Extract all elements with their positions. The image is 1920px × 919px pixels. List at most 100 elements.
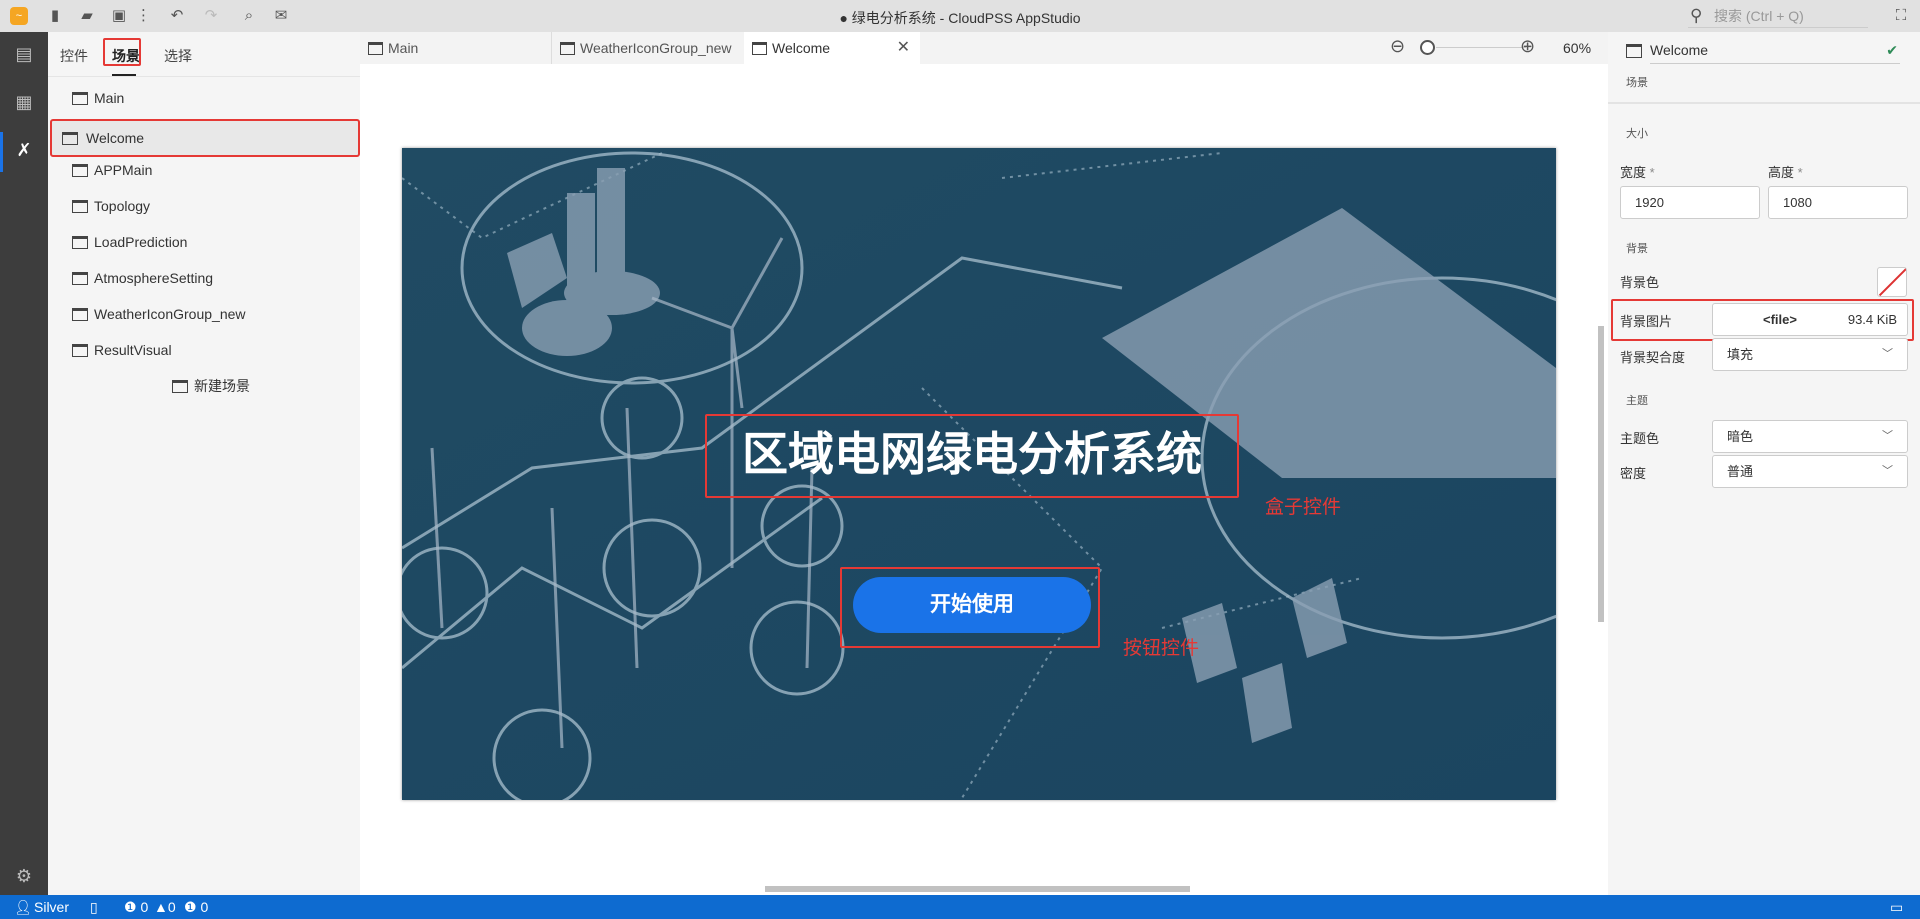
fullscreen-icon[interactable]: ⛶ <box>1892 7 1910 25</box>
status-bar: 👤︎ Silver ▯ ❶ 0 ▲0 ❶ 0 ▭ <box>0 895 1920 919</box>
height-label: 高度 * <box>1768 165 1803 180</box>
bg-fit-value: 填充 <box>1727 347 1754 362</box>
window-title: ● 绿电分析系统 - CloudPSS AppStudio <box>839 10 1081 26</box>
bg-color-swatch[interactable] <box>1877 267 1907 297</box>
scene-item-loadprediction[interactable]: LoadPrediction <box>60 227 360 257</box>
tab-select[interactable]: 选择 <box>164 46 192 66</box>
warning-icon: ▲ <box>154 899 168 915</box>
tab-label: Main <box>388 40 419 56</box>
scene-label: APPMain <box>94 162 153 178</box>
bg-image-label: 背景图片 <box>1620 314 1673 329</box>
theme-color-label: 主题色 <box>1620 431 1660 446</box>
layout-icon[interactable]: ▤ <box>12 42 36 66</box>
scene-name: Welcome <box>1650 42 1709 58</box>
infos-count[interactable]: ❶ 0 <box>184 895 208 919</box>
bg-fit-label: 背景契合度 <box>1620 350 1686 365</box>
tools-icon[interactable]: ✗ <box>12 138 36 162</box>
editor-tabs: Main WeatherIconGroup_new Welcome ✕ ⊖ ⊕ 6… <box>360 32 1608 64</box>
scene-label: Welcome <box>86 130 145 146</box>
bg-fit-select[interactable]: 填充 ﹀ <box>1712 338 1908 371</box>
window-icon <box>72 308 88 321</box>
chevron-down-icon: ﹀ <box>1882 348 1893 360</box>
window-icon <box>368 42 383 55</box>
horizontal-scrollbar[interactable] <box>765 886 1190 892</box>
scene-label: Main <box>94 90 125 106</box>
bg-color-label: 背景色 <box>1620 275 1660 290</box>
warnings-count[interactable]: ▲0 <box>154 895 176 919</box>
search-input[interactable]: ⚲ 搜索 (Ctrl + Q) <box>1688 4 1868 28</box>
chevron-down-icon: ﹀ <box>1882 465 1893 477</box>
window-icon <box>72 344 88 357</box>
scene-item-atmospheresetting[interactable]: AtmosphereSetting <box>60 263 360 293</box>
zoom-slider-handle[interactable] <box>1420 40 1435 55</box>
title-bar: ~ ▮ ▰ ▣ ⋮ ↶ ↷ ⌕ ✉ ● 绿电分析系统 - CloudPSS Ap… <box>0 0 1920 32</box>
file-name: <file> <box>1763 312 1797 327</box>
scene-name-input[interactable]: Welcome ✔ <box>1650 36 1900 64</box>
window-icon <box>172 380 188 393</box>
scene-item-weathericongroup[interactable]: WeatherIconGroup_new <box>60 299 360 329</box>
window-icon <box>72 236 88 249</box>
scene-label: LoadPrediction <box>94 234 188 250</box>
search-placeholder: 搜索 (Ctrl + Q) <box>1714 8 1804 24</box>
scene-item-resultvisual[interactable]: ResultVisual <box>60 335 360 365</box>
search-icon: ⚲ <box>1690 6 1703 25</box>
window-icon <box>72 92 88 105</box>
window-icon <box>72 200 88 213</box>
tab-controls[interactable]: 控件 <box>60 46 88 66</box>
density-select[interactable]: 普通 ﹀ <box>1712 455 1908 488</box>
height-input[interactable]: 1080 <box>1768 186 1908 219</box>
chat-icon[interactable]: ▭ <box>1890 895 1903 919</box>
zoom-out-icon[interactable]: ⊖ <box>1390 36 1405 57</box>
storage-icon[interactable]: ▯ <box>90 895 98 919</box>
user-name[interactable]: Silver <box>34 895 69 919</box>
scene-item-main[interactable]: Main <box>60 83 360 113</box>
zoom-in-icon[interactable]: ⊕ <box>1520 36 1535 57</box>
window-icon <box>560 42 575 55</box>
density-value: 普通 <box>1727 464 1754 479</box>
scene-label: WeatherIconGroup_new <box>94 306 246 322</box>
zoom-level: 60% <box>1563 40 1592 56</box>
gallery-icon[interactable]: ▦ <box>12 90 36 114</box>
tab-main[interactable]: Main <box>360 32 552 64</box>
new-scene-label: 新建场景 <box>194 378 250 394</box>
errors-count[interactable]: ❶ 0 <box>124 895 148 919</box>
user-icon: 👤︎ <box>14 899 32 915</box>
window-icon <box>72 164 88 177</box>
window-icon <box>752 42 767 55</box>
scene-label: AtmosphereSetting <box>94 270 214 286</box>
theme-color-select[interactable]: 暗色 ﹀ <box>1712 420 1908 453</box>
button-control-annotation: 按钮控件 <box>1123 638 1200 659</box>
vertical-scrollbar[interactable] <box>1598 326 1604 622</box>
theme-color-value: 暗色 <box>1727 429 1754 444</box>
width-input[interactable]: 1920 <box>1620 186 1760 219</box>
tab-weathericongroup[interactable]: WeatherIconGroup_new <box>552 32 744 64</box>
background-section-title: 背景 <box>1626 243 1648 255</box>
width-label: 宽度 * <box>1620 165 1655 180</box>
theme-section-title: 主题 <box>1626 395 1648 407</box>
scene-item-topology[interactable]: Topology <box>60 191 360 221</box>
settings-gear-icon[interactable]: ⚙ <box>12 864 36 888</box>
box-control-highlight <box>705 414 1239 498</box>
scene-item-welcome[interactable]: Welcome <box>50 119 360 157</box>
zoom-slider-track[interactable] <box>1436 47 1526 48</box>
density-label: 密度 <box>1620 466 1647 481</box>
scene-panel: 控件 场景 选择 Main Welcome APPMain Topology L… <box>48 32 360 895</box>
tab-label: Welcome <box>772 40 831 56</box>
error-icon: ❶ <box>124 899 137 915</box>
chevron-down-icon: ﹀ <box>1882 430 1893 442</box>
info-icon: ❶ <box>184 899 197 915</box>
new-scene-button[interactable]: 新建场景 <box>160 371 300 401</box>
scene-label: Topology <box>94 198 151 214</box>
tab-welcome[interactable]: Welcome ✕ <box>744 32 920 64</box>
size-section-title: 大小 <box>1626 128 1648 140</box>
button-control-highlight <box>840 567 1100 648</box>
close-icon[interactable]: ✕ <box>897 32 910 64</box>
file-size: 93.4 KiB <box>1847 312 1897 327</box>
properties-panel: Welcome ✔ 场景 大小 宽度 * 高度 * 1920 1080 背景 背景… <box>1608 32 1920 895</box>
window-icon <box>62 132 78 145</box>
scene-item-appmain[interactable]: APPMain <box>60 155 360 185</box>
window-icon <box>1626 44 1642 58</box>
tab-label: WeatherIconGroup_new <box>580 40 732 56</box>
bg-image-file-button[interactable]: <file> 93.4 KiB <box>1712 303 1908 336</box>
activity-bar: ▤ ▦ ✗ ⚙ <box>0 32 48 895</box>
